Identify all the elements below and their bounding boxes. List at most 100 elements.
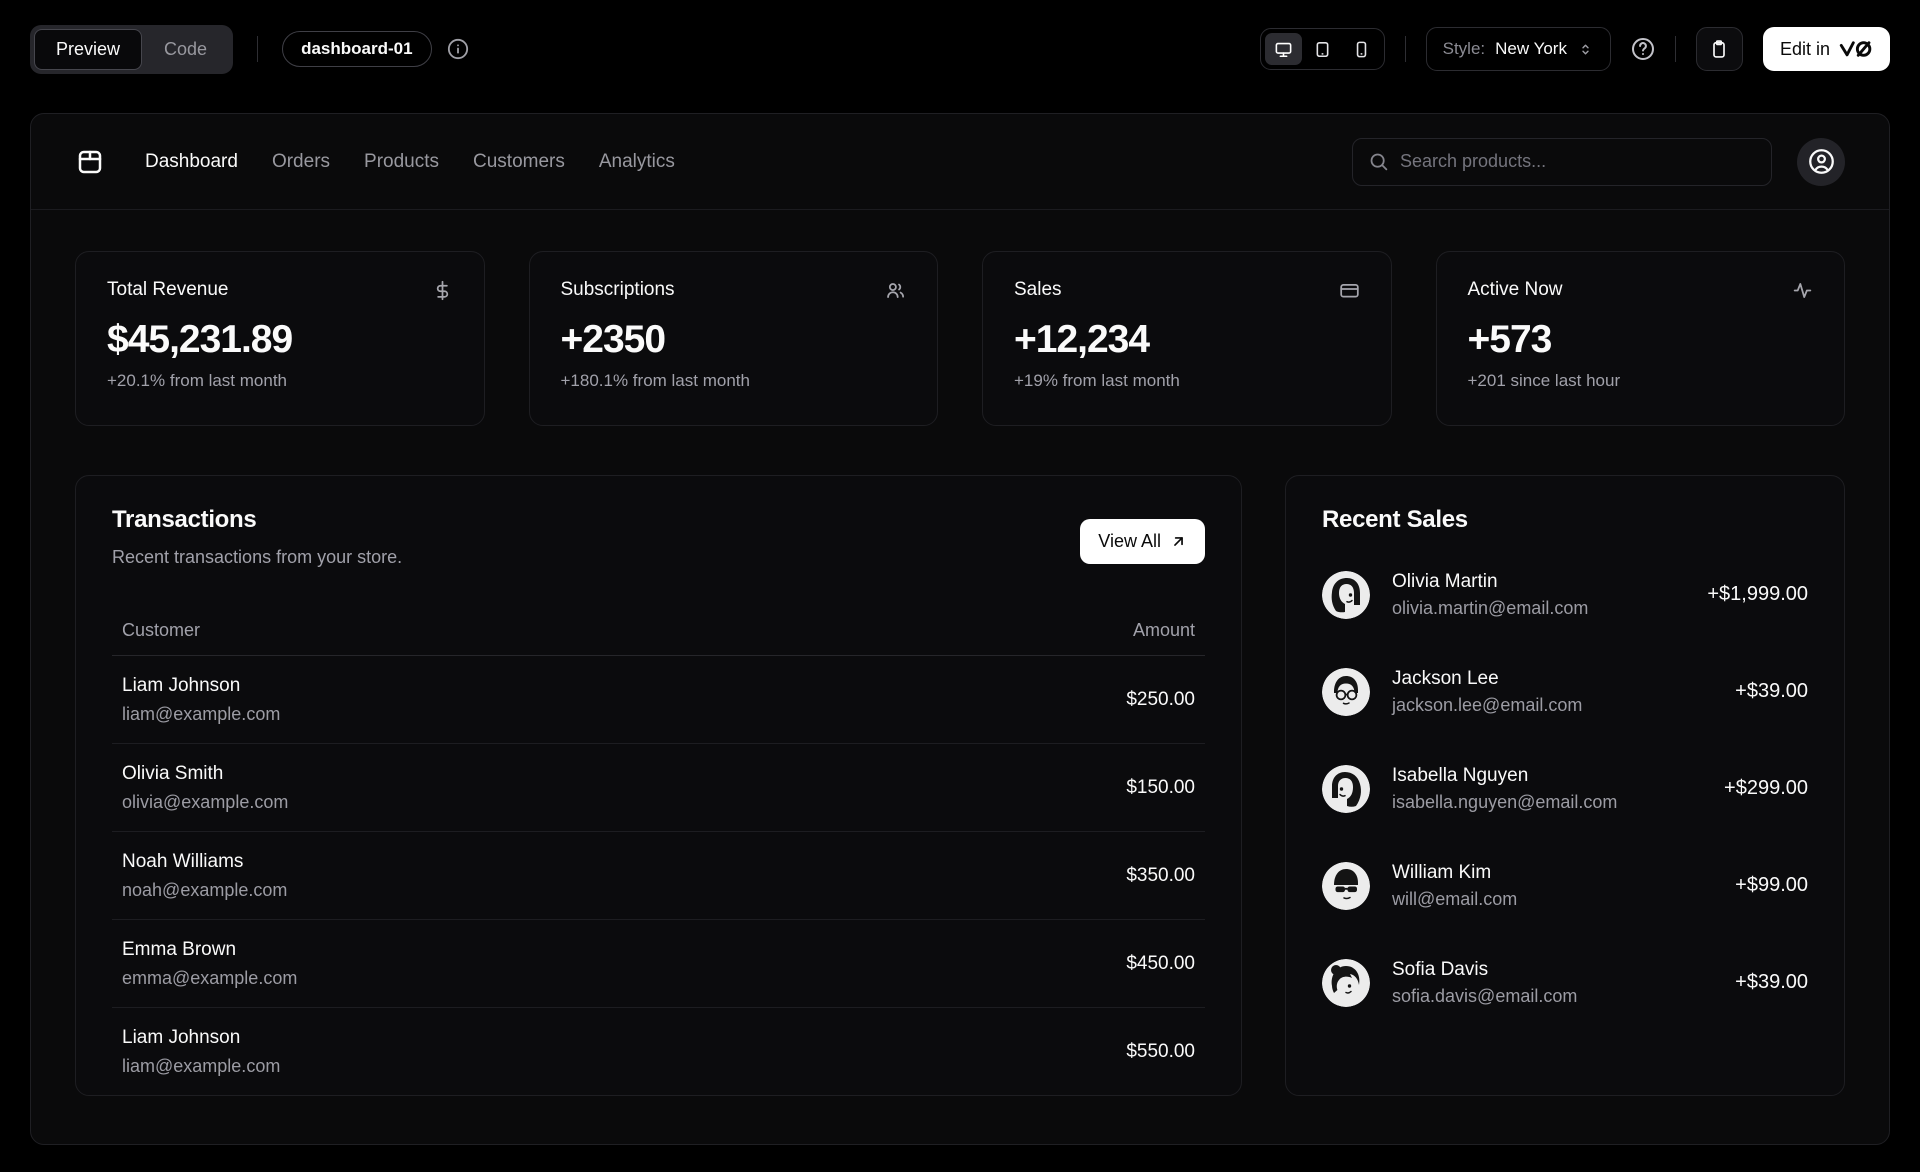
sale-amount: +$39.00: [1735, 971, 1808, 993]
dollar-sign-icon: [432, 280, 453, 301]
sale-customer-email: jackson.lee@email.com: [1392, 694, 1583, 715]
users-icon: [885, 280, 906, 301]
toolbar-separator: [1674, 36, 1676, 62]
preview-tab[interactable]: Preview: [34, 28, 143, 70]
table-row: Liam Johnson liam@example.com $250.00: [112, 655, 1205, 744]
sale-customer-email: sofia.davis@email.com: [1392, 985, 1578, 1006]
list-item: William Kim will@email.com +$99.00: [1322, 837, 1808, 934]
search-box: [1352, 137, 1772, 186]
nav-item-customers[interactable]: Customers: [473, 151, 565, 173]
customer-email: emma@example.com: [122, 968, 298, 988]
stat-value: +573: [1467, 318, 1553, 361]
stat-change: +180.1% from last month: [560, 371, 750, 390]
block-viewer-toolbar: Preview Code dashboard-01 Style: New Yor…: [0, 0, 1920, 98]
sale-amount: +$39.00: [1735, 680, 1808, 702]
smartphone-icon: [1352, 40, 1371, 59]
edit-in-v0-button[interactable]: Edit in: [1762, 27, 1890, 71]
list-item: Sofia Davis sofia.davis@email.com +$39.0…: [1322, 934, 1808, 1031]
table-row: Noah Williams noah@example.com $350.00: [112, 831, 1205, 920]
device-toggle-mobile[interactable]: [1343, 33, 1380, 65]
nav-item-dashboard[interactable]: Dashboard: [145, 151, 238, 173]
user-menu-button[interactable]: [1797, 137, 1845, 186]
sale-customer-email: olivia.martin@email.com: [1392, 597, 1589, 618]
list-item: Isabella Nguyen isabella.nguyen@email.co…: [1322, 740, 1808, 837]
sale-customer-name: Olivia Martin: [1392, 570, 1498, 592]
info-button[interactable]: [447, 38, 469, 60]
help-button[interactable]: [1631, 37, 1655, 61]
info-icon: [447, 38, 469, 60]
tablet-icon: [1313, 40, 1332, 59]
dashboard-header: Dashboard Orders Products Customers Anal…: [31, 114, 1889, 210]
transactions-table: Customer Amount Liam Johnson liam@exampl…: [112, 608, 1205, 1095]
stat-card-subscriptions: Subscriptions +2350 +180.1% from last mo…: [528, 251, 938, 426]
customer-email: noah@example.com: [122, 880, 288, 900]
search-icon: [1368, 151, 1389, 172]
sale-customer-name: Jackson Lee: [1392, 667, 1499, 689]
transaction-amount: $150.00: [863, 743, 1205, 832]
dashboard-preview-panel: Dashboard Orders Products Customers Anal…: [30, 113, 1890, 1145]
stat-card-sales: Sales +12,234 +19% from last month: [982, 251, 1392, 426]
edit-in-v0-label: Edit in: [1779, 38, 1830, 59]
view-all-button[interactable]: View All: [1080, 519, 1205, 564]
circle-help-icon: [1631, 37, 1655, 61]
stat-change: +20.1% from last month: [107, 371, 288, 390]
style-select-value: New York: [1495, 39, 1567, 58]
customer-name: Liam Johnson: [122, 1027, 241, 1048]
device-toggle-desktop[interactable]: [1264, 33, 1302, 65]
nav-item-analytics[interactable]: Analytics: [599, 151, 675, 173]
transaction-amount: $350.00: [863, 831, 1205, 920]
table-row: Emma Brown emma@example.com $450.00: [112, 919, 1205, 1008]
stat-title: Subscriptions: [560, 279, 675, 300]
avatar: [1322, 861, 1370, 910]
code-tab[interactable]: Code: [142, 29, 229, 70]
copy-code-button[interactable]: [1695, 27, 1743, 71]
nav-item-orders[interactable]: Orders: [272, 151, 330, 173]
column-header-customer: Customer: [112, 608, 864, 656]
chevrons-up-down-icon: [1577, 41, 1594, 58]
nav-item-products[interactable]: Products: [364, 151, 439, 173]
transactions-card: Transactions Recent transactions from yo…: [75, 475, 1242, 1096]
sale-amount: +$1,999.00: [1707, 583, 1808, 605]
store-icon: [75, 147, 105, 177]
sale-customer-name: Sofia Davis: [1392, 958, 1489, 980]
stat-title: Total Revenue: [107, 279, 229, 300]
transactions-subtitle: Recent transactions from your store.: [112, 547, 403, 567]
toolbar-separator: [1404, 36, 1406, 62]
recent-sales-title: Recent Sales: [1322, 506, 1468, 533]
column-header-amount: Amount: [863, 608, 1205, 656]
main-nav: Dashboard Orders Products Customers Anal…: [145, 151, 675, 173]
stat-card-active-now: Active Now +573 +201 since last hour: [1435, 251, 1845, 426]
clipboard-icon: [1709, 39, 1729, 59]
circle-user-icon: [1808, 148, 1835, 175]
avatar: [1322, 764, 1370, 813]
table-row: Liam Johnson liam@example.com $550.00: [112, 1008, 1205, 1096]
customer-name: Noah Williams: [122, 851, 244, 872]
activity-icon: [1792, 280, 1813, 301]
customer-email: olivia@example.com: [122, 792, 289, 812]
stat-cards: Total Revenue $45,231.89 +20.1% from las…: [75, 251, 1845, 426]
block-name-badge: dashboard-01: [282, 31, 432, 67]
transaction-amount: $550.00: [1126, 1041, 1195, 1062]
view-all-label: View All: [1098, 531, 1161, 551]
transaction-amount: $250.00: [863, 655, 1205, 744]
list-item: Olivia Martin olivia.martin@email.com +$…: [1322, 546, 1808, 643]
sale-amount: +$299.00: [1724, 777, 1808, 799]
stat-title: Sales: [1014, 279, 1062, 300]
stat-value: +12,234: [1014, 318, 1150, 361]
device-toggle-tablet[interactable]: [1304, 33, 1341, 65]
avatar: [1322, 570, 1370, 619]
credit-card-icon: [1339, 280, 1360, 301]
style-select[interactable]: Style: New York: [1425, 27, 1611, 71]
avatar: [1322, 667, 1370, 716]
customer-email: liam@example.com: [122, 1056, 281, 1076]
sale-customer-name: William Kim: [1392, 861, 1492, 883]
avatar: [1322, 958, 1370, 1007]
customer-name: Olivia Smith: [122, 763, 224, 784]
sale-amount: +$99.00: [1735, 874, 1808, 896]
stat-title: Active Now: [1467, 279, 1563, 300]
stat-card-total-revenue: Total Revenue $45,231.89 +20.1% from las…: [75, 251, 485, 426]
stat-value: +2350: [560, 318, 667, 361]
arrow-up-right-icon: [1170, 533, 1187, 550]
toolbar-separator: [257, 36, 259, 62]
search-input[interactable]: [1400, 151, 1756, 172]
